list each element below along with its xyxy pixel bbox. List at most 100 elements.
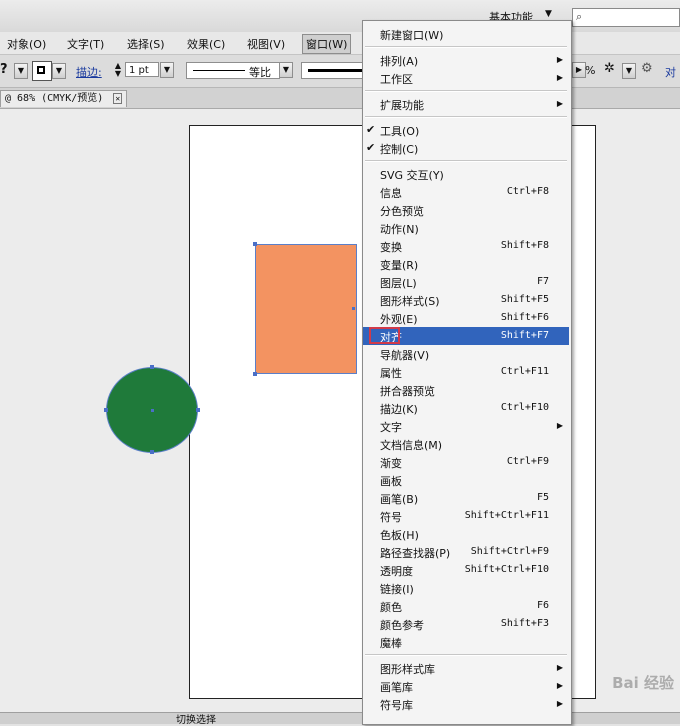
menu-item-label: 信息	[380, 187, 402, 200]
window-menu-dropdown: 新建窗口(W) 排列(A) ▶ 工作区 ▶ 扩展功能 ▶ ✔ 工具(O) ✔ 控制(C) SVG 交互…	[362, 20, 572, 725]
menu-item[interactable]: 信息 Ctrl+F8	[363, 183, 569, 201]
chevron-right-icon: ▶	[556, 73, 563, 82]
menu-item[interactable]: 链接(I)	[363, 579, 569, 597]
menu-item-label: 分色预览	[380, 205, 424, 218]
menu-item-shortcut: Shift+F5	[500, 294, 549, 305]
menu-window[interactable]: 窗口(W)	[302, 34, 352, 54]
menu-item[interactable]: 导航器(V)	[363, 345, 569, 363]
menu-effect[interactable]: 效果(C)	[187, 36, 225, 52]
menu-item-label: 图形样式(S)	[380, 295, 440, 308]
menu-item[interactable]: 图形样式(S) Shift+F5	[363, 291, 569, 309]
anchor-point[interactable]	[253, 242, 257, 246]
chevron-down-icon[interactable]: ▼	[622, 63, 636, 79]
menu-separator	[365, 116, 567, 118]
menu-item-label: 控制(C)	[380, 143, 419, 156]
menu-item-label: 工具(O)	[380, 125, 420, 138]
menu-item[interactable]: 文档信息(M)	[363, 435, 569, 453]
menu-item-label: 属性	[380, 367, 402, 380]
menu-item[interactable]: 渐变 Ctrl+F9	[363, 453, 569, 471]
profile-label: 等比	[249, 66, 271, 79]
menu-item-label: 画笔(B)	[380, 493, 419, 506]
menu-item-label: 导航器(V)	[380, 349, 430, 362]
stroke-link[interactable]: 描边:	[76, 64, 102, 80]
document-tab[interactable]: @ 68% (CMYK/预览) ✕	[0, 90, 128, 107]
question-icon[interactable]: ?	[0, 62, 8, 77]
chevron-down-icon[interactable]: ▼	[14, 63, 28, 79]
menu-item-shortcut: F5	[536, 492, 549, 503]
menu-item[interactable]: 拼合器预览	[363, 381, 569, 399]
stroke-weight-field[interactable]: 1 pt	[125, 62, 159, 77]
menu-item[interactable]: 颜色参考 Shift+F3	[363, 615, 569, 633]
menu-object[interactable]: 对象(O)	[7, 36, 46, 52]
anchor-point[interactable]	[150, 365, 154, 369]
menu-item[interactable]: 画笔(B) F5	[363, 489, 569, 507]
menu-item[interactable]: 符号库 ▶	[363, 695, 569, 713]
menu-item-label: 渐变	[380, 457, 402, 470]
check-icon: ✔	[366, 141, 376, 154]
menu-item[interactable]: SVG 交互(Y)	[363, 165, 569, 183]
recolor-icon[interactable]: ✲	[604, 61, 615, 76]
menu-view[interactable]: 视图(V)	[247, 36, 285, 52]
menu-item[interactable]: 分色预览	[363, 201, 569, 219]
chevron-down-icon[interactable]: ▼	[52, 63, 66, 79]
menu-item[interactable]: 工作区 ▶	[363, 69, 569, 87]
menu-item-shortcut: Shift+F3	[500, 618, 549, 629]
menu-type[interactable]: 文字(T)	[67, 36, 104, 52]
menu-item[interactable]: 描边(K) Ctrl+F10	[363, 399, 569, 417]
anchor-point[interactable]	[196, 408, 200, 412]
menu-item-shortcut: F7	[536, 276, 549, 287]
menu-item[interactable]: 颜色 F6	[363, 597, 569, 615]
menu-item-label: 魔棒	[380, 637, 402, 650]
chevron-down-icon[interactable]: ▶	[572, 62, 586, 78]
menu-item[interactable]: 动作(N)	[363, 219, 569, 237]
menu-item[interactable]: 画笔库 ▶	[363, 677, 569, 695]
menu-item[interactable]: 扩展功能 ▶	[363, 95, 569, 113]
menu-item[interactable]: 路径查找器(P) Shift+Ctrl+F9	[363, 543, 569, 561]
menu-item[interactable]: 变换 Shift+F8	[363, 237, 569, 255]
menu-item[interactable]: 外观(E) Shift+F6	[363, 309, 569, 327]
anchor-point[interactable]	[104, 408, 108, 412]
menu-item-shortcut: Shift+F7	[500, 330, 549, 341]
chevron-down-icon[interactable]: ▼	[279, 62, 293, 78]
menu-item[interactable]: 属性 Ctrl+F11	[363, 363, 569, 381]
green-circle[interactable]	[104, 365, 200, 454]
application-bar: 基本功能 ▼ ⌕	[0, 0, 680, 33]
opacity-suffix: %	[585, 64, 596, 77]
anchor-point[interactable]	[352, 307, 355, 310]
menu-item-shortcut: Shift+Ctrl+F10	[464, 564, 549, 575]
brush-definition[interactable]	[301, 62, 363, 79]
anchor-point[interactable]	[253, 372, 257, 376]
orange-rectangle[interactable]	[253, 242, 357, 376]
chevron-right-icon: ▶	[556, 699, 563, 708]
menu-item[interactable]: ✔ 工具(O)	[363, 121, 569, 139]
menu-item[interactable]: 新建窗口(W)	[363, 25, 569, 43]
chevron-down-icon[interactable]: ▼	[160, 62, 174, 78]
menu-item[interactable]: 魔棒	[363, 633, 569, 651]
chevron-right-icon: ▶	[556, 663, 563, 672]
menu-item[interactable]: 色板(H)	[363, 525, 569, 543]
chevron-right-icon: ▶	[556, 421, 563, 430]
menu-item[interactable]: 变量(R)	[363, 255, 569, 273]
search-input[interactable]: ⌕	[572, 8, 680, 27]
menu-item[interactable]: 图形样式库 ▶	[363, 659, 569, 677]
menu-item[interactable]: 符号 Shift+Ctrl+F11	[363, 507, 569, 525]
menu-item[interactable]: 透明度 Shift+Ctrl+F10	[363, 561, 569, 579]
menu-select[interactable]: 选择(S)	[127, 36, 165, 52]
chevron-right-icon: ▶	[556, 681, 563, 690]
align-link[interactable]: 对	[665, 64, 676, 80]
gear-icon[interactable]: ⚙	[641, 61, 653, 76]
menu-item[interactable]: ✔ 控制(C)	[363, 139, 569, 157]
chevron-right-icon: ▶	[556, 55, 563, 64]
menu-item[interactable]: 画板	[363, 471, 569, 489]
stepper-icon[interactable]: ▲ ▼	[112, 62, 124, 78]
variable-width-profile[interactable]: 等比	[186, 62, 280, 79]
anchor-point[interactable]	[150, 450, 154, 454]
menu-item[interactable]: 图层(L) F7	[363, 273, 569, 291]
menu-item-shortcut: Ctrl+F9	[506, 456, 549, 467]
menu-item[interactable]: 排列(A) ▶	[363, 51, 569, 69]
menu-item-shortcut: Ctrl+F10	[500, 402, 549, 413]
menu-item-label: 新建窗口(W)	[380, 29, 444, 42]
menu-item[interactable]: 文字 ▶	[363, 417, 569, 435]
close-icon[interactable]: ✕	[113, 93, 123, 104]
stroke-color-swatch[interactable]	[32, 61, 52, 81]
